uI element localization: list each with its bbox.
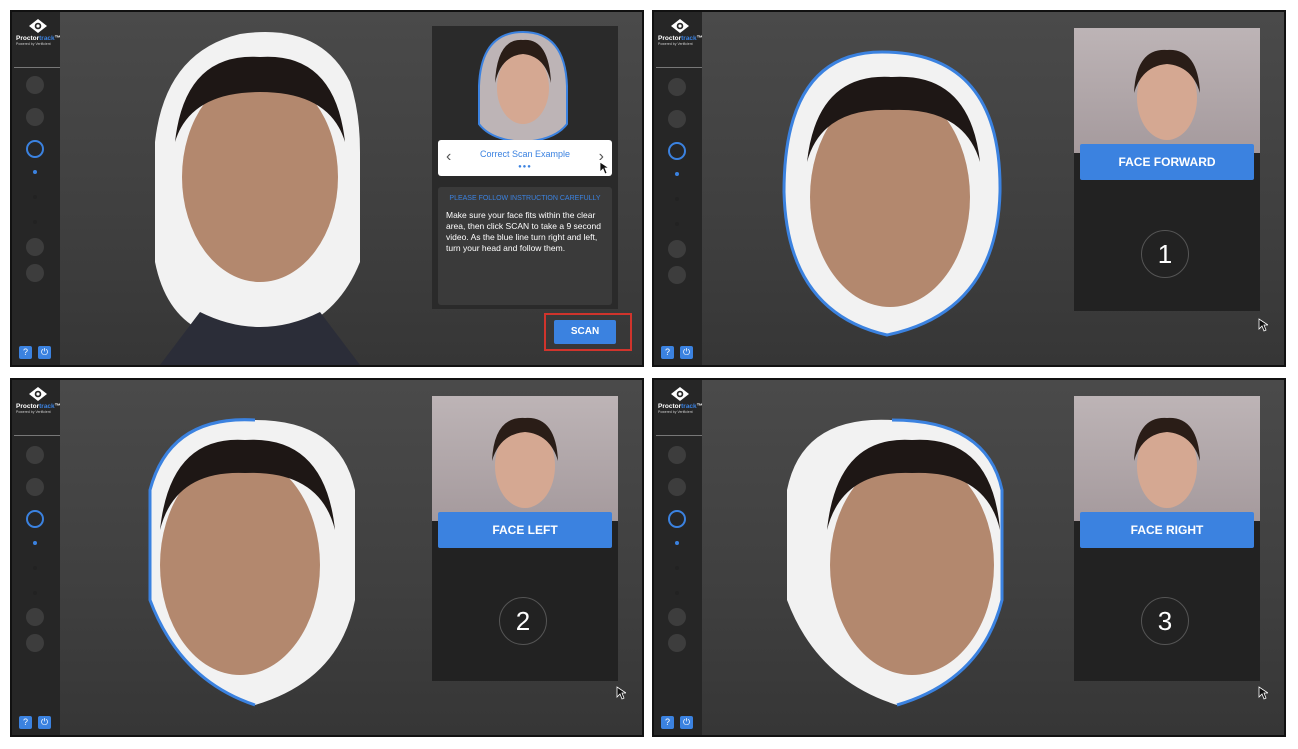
scan-intro-screen: Proctortrack™ Powered by Verificient ? ⏻: [10, 10, 644, 367]
step-dot: [33, 220, 37, 224]
step-dot: [675, 566, 679, 570]
eye-logo-icon: [29, 387, 47, 401]
carousel-title: Correct Scan Example: [479, 149, 571, 159]
step-dot: [33, 566, 37, 570]
eye-icon[interactable]: [668, 608, 686, 626]
step-dot: [675, 197, 679, 201]
proctortrack-logo: Proctortrack™ Powered by Verificient: [658, 386, 703, 414]
step-dot-active: [675, 541, 679, 545]
cursor-icon: [599, 161, 609, 175]
gear-icon[interactable]: [668, 110, 686, 128]
microphone-icon[interactable]: [26, 264, 44, 282]
eye-icon[interactable]: [26, 238, 44, 256]
step-counter: 2: [499, 597, 547, 645]
eye-logo-icon: [29, 19, 47, 33]
power-button[interactable]: ⏻: [38, 346, 51, 359]
instruction-button: FACE LEFT: [438, 512, 612, 548]
sidebar: Proctortrack™ Powered by Verificient ? ⏻: [12, 380, 61, 735]
step-counter: 3: [1141, 597, 1189, 645]
pencil-icon[interactable]: [26, 446, 44, 464]
proctortrack-logo: Proctortrack™ Powered by Verificient: [16, 18, 61, 46]
step-dot-active: [33, 541, 37, 545]
eye-icon[interactable]: [26, 608, 44, 626]
instruction-button: FACE FORWARD: [1080, 144, 1254, 180]
step-dot: [675, 591, 679, 595]
camera-feed: FACE LEFT 2: [60, 380, 642, 735]
instruction-header: PLEASE FOLLOW INSTRUCTION CAREFULLY: [449, 195, 601, 202]
help-button[interactable]: ?: [661, 346, 674, 359]
user-icon[interactable]: [26, 140, 44, 158]
help-button[interactable]: ?: [19, 346, 32, 359]
guide-panel: FACE LEFT 2: [432, 396, 618, 681]
step-dot-active: [33, 170, 37, 174]
instruction-text: Make sure your face fits within the clea…: [446, 210, 601, 253]
eye-logo-icon: [671, 387, 689, 401]
user-icon[interactable]: [668, 510, 686, 528]
sidebar: Proctortrack™ Powered by Verificient ? ⏻: [654, 12, 703, 365]
eye-icon[interactable]: [668, 240, 686, 258]
instruction-box: PLEASE FOLLOW INSTRUCTION CAREFULLY Make…: [438, 187, 612, 305]
user-face: [830, 455, 994, 675]
cursor-icon: [1258, 318, 1268, 332]
power-button[interactable]: ⏻: [680, 716, 693, 729]
step-dot: [33, 195, 37, 199]
face-right-screen: Proctortrack™ Powered by Verificient ? ⏻…: [652, 378, 1286, 737]
step-dot: [33, 591, 37, 595]
pencil-icon[interactable]: [668, 446, 686, 464]
face-left-screen: Proctortrack™ Powered by Verificient ? ⏻…: [10, 378, 644, 737]
gear-icon[interactable]: [668, 478, 686, 496]
guide-panel: FACE FORWARD 1: [1074, 28, 1260, 311]
scan-button[interactable]: SCAN: [554, 320, 616, 344]
example-face-photo: [1074, 396, 1260, 521]
user-icon[interactable]: [26, 510, 44, 528]
cursor-icon: [1258, 686, 1268, 700]
gear-icon[interactable]: [26, 108, 44, 126]
example-face-photo: [432, 396, 618, 521]
instruction-button: FACE RIGHT: [1080, 512, 1254, 548]
cursor-icon: [616, 686, 626, 700]
microphone-icon[interactable]: [26, 634, 44, 652]
gear-icon[interactable]: [26, 478, 44, 496]
step-dot-active: [675, 172, 679, 176]
proctortrack-logo: Proctortrack™ Powered by Verificient: [16, 386, 61, 414]
power-button[interactable]: ⏻: [680, 346, 693, 359]
face-forward-screen: Proctortrack™ Powered by Verificient ? ⏻…: [652, 10, 1286, 367]
camera-feed: FACE RIGHT 3: [702, 380, 1284, 735]
camera-feed: FACE FORWARD 1: [702, 12, 1284, 365]
example-face-photo: [1074, 28, 1260, 153]
step-dot: [675, 222, 679, 226]
divider: [656, 435, 702, 436]
divider: [14, 67, 60, 68]
step-counter: 1: [1141, 230, 1189, 278]
pencil-icon[interactable]: [26, 76, 44, 94]
microphone-icon[interactable]: [668, 634, 686, 652]
proctortrack-logo: Proctortrack™ Powered by Verificient: [658, 18, 703, 46]
example-face-photo: [478, 30, 568, 143]
sidebar: Proctortrack™ Powered by Verificient ? ⏻: [12, 12, 61, 365]
guide-panel: FACE RIGHT 3: [1074, 396, 1260, 681]
user-icon[interactable]: [668, 142, 686, 160]
help-button[interactable]: ?: [661, 716, 674, 729]
example-carousel: ‹ Correct Scan Example ●●● ›: [438, 140, 612, 176]
divider: [656, 67, 702, 68]
camera-feed: ‹ Correct Scan Example ●●● › PLEASE FOLL…: [60, 12, 642, 365]
help-button[interactable]: ?: [19, 716, 32, 729]
pencil-icon[interactable]: [668, 78, 686, 96]
guide-panel: ‹ Correct Scan Example ●●● › PLEASE FOLL…: [432, 26, 618, 309]
eye-logo-icon: [671, 19, 689, 33]
power-button[interactable]: ⏻: [38, 716, 51, 729]
sidebar: Proctortrack™ Powered by Verificient ? ⏻: [654, 380, 703, 735]
microphone-icon[interactable]: [668, 266, 686, 284]
carousel-dots: ●●●: [518, 164, 532, 170]
divider: [14, 435, 60, 436]
